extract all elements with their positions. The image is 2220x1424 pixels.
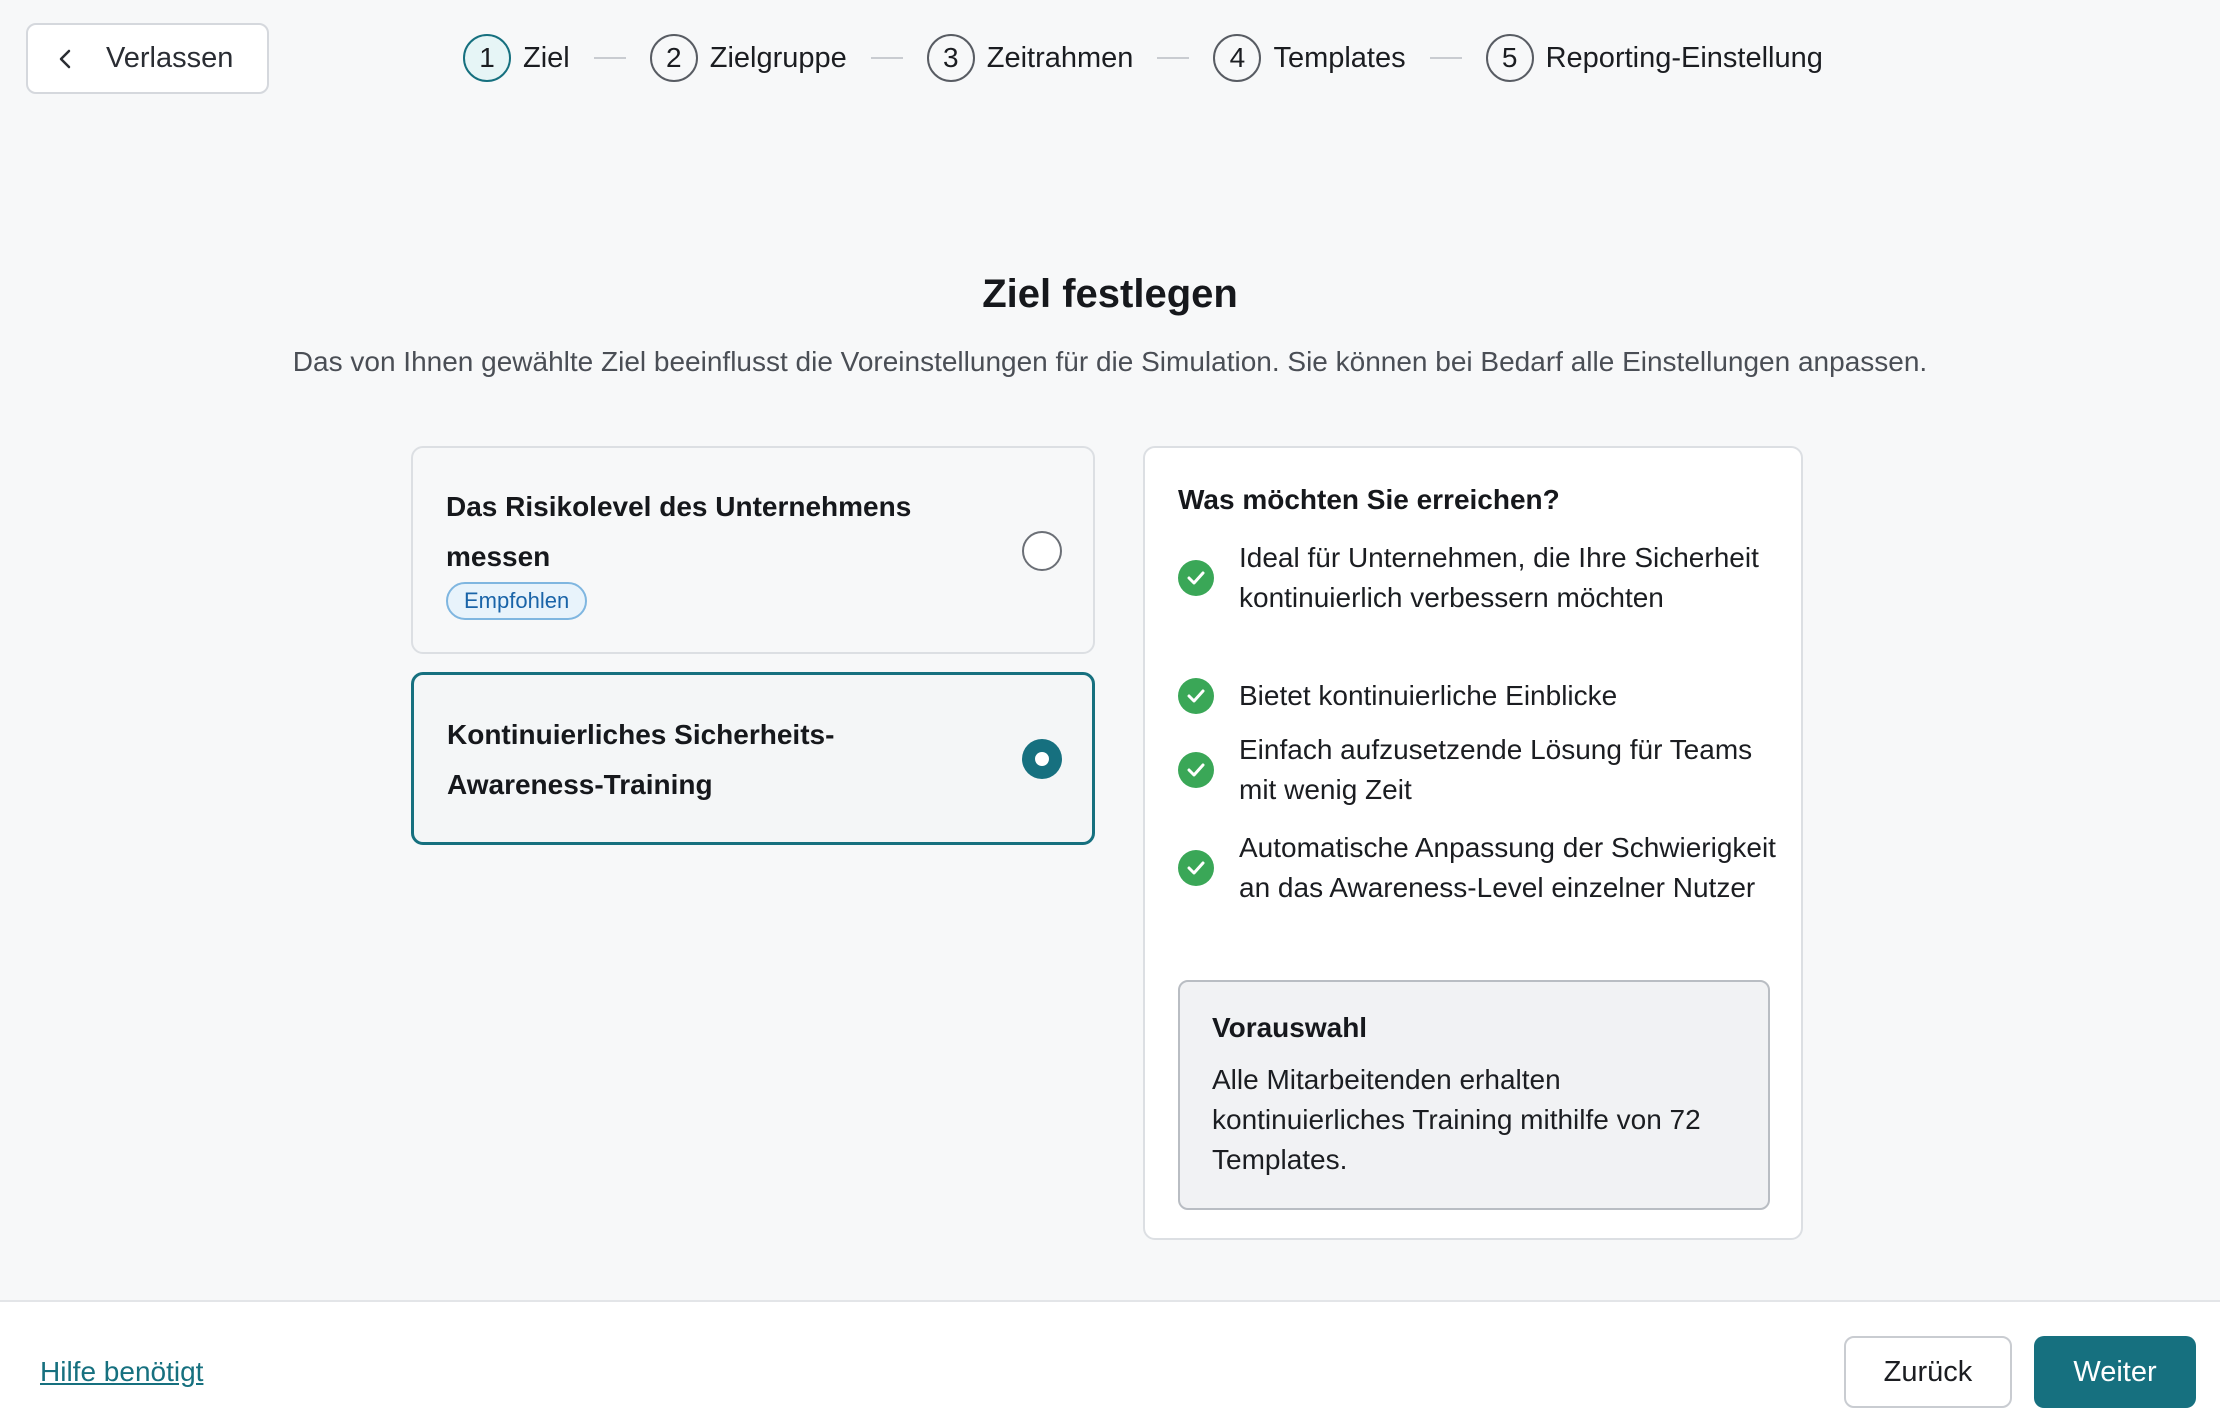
benefit-item: Ideal für Unternehmen, die Ihre Sicherhe… <box>1178 538 1778 618</box>
step-label: Reporting-Einstellung <box>1545 41 1823 74</box>
step-ziel[interactable]: 1 Ziel <box>463 34 570 82</box>
radio-selected[interactable] <box>1022 739 1062 779</box>
step-number: 2 <box>649 34 698 82</box>
step-separator <box>1429 57 1462 59</box>
page: Verlassen 1 Ziel 2 Zielgruppe 3 Zeitrahm… <box>0 0 2220 1424</box>
back-button[interactable]: Zurück <box>1844 1336 2012 1408</box>
footer-bar: Hilfe benötigt Zurück Weiter <box>0 1300 2220 1424</box>
step-number: 5 <box>1485 34 1534 82</box>
page-subtitle: Das von Ihnen gewählte Ziel beeinflusst … <box>292 346 1928 377</box>
step-reporting-einstellung[interactable]: 5 Reporting-Einstellung <box>1485 34 1823 82</box>
step-number: 3 <box>926 34 975 82</box>
benefit-text: Ideal für Unternehmen, die Ihre Sicherhe… <box>1239 542 1759 613</box>
step-zielgruppe[interactable]: 2 Zielgruppe <box>649 34 847 82</box>
benefit-item: Automatische Anpassung der Schwierigkeit… <box>1178 828 1778 908</box>
benefit-item: Bietet kontinuierliche Einblicke <box>1178 676 1778 716</box>
info-title: Was möchten Sie erreichen? <box>1178 484 1560 515</box>
benefit-text: Automatische Anpassung der Schwierigkeit… <box>1239 832 1776 903</box>
chevron-left-icon <box>58 46 84 72</box>
benefit-text: Bietet kontinuierliche Einblicke <box>1239 680 1618 711</box>
next-button[interactable]: Weiter <box>2034 1336 2196 1408</box>
option-card-awareness-training[interactable]: Kontinuierliches Sicherheits-Awareness-T… <box>411 672 1095 845</box>
option-card-risk-level[interactable]: Das Risikolevel des Unternehmens messen … <box>411 446 1095 654</box>
radio-unselected[interactable] <box>1022 531 1062 571</box>
check-circle-icon <box>1178 560 1214 596</box>
stepper: 1 Ziel 2 Zielgruppe 3 Zeitrahmen 4 Templ… <box>463 34 1823 82</box>
step-separator <box>1157 57 1190 59</box>
preset-title: Vorauswahl <box>1212 1012 1368 1043</box>
help-link[interactable]: Hilfe benötigt <box>40 1356 203 1388</box>
exit-button[interactable]: Verlassen <box>26 23 269 94</box>
step-label: Zeitrahmen <box>986 41 1134 74</box>
option-title: Kontinuierliches Sicherheits-Awareness-T… <box>447 719 835 800</box>
step-number: 1 <box>463 34 511 82</box>
page-title: Ziel festlegen <box>982 272 1238 316</box>
step-separator <box>870 57 903 59</box>
check-circle-icon <box>1178 752 1214 788</box>
benefit-text: Einfach aufzusetzende Lösung für Teams m… <box>1239 734 1753 805</box>
preset-text: Alle Mitarbeitenden erhalten kontinuierl… <box>1212 1064 1701 1175</box>
benefit-item: Einfach aufzusetzende Lösung für Teams m… <box>1178 730 1778 810</box>
step-number: 4 <box>1213 34 1262 82</box>
check-circle-icon <box>1178 850 1214 886</box>
recommended-badge: Empfohlen <box>446 582 588 620</box>
step-zeitrahmen[interactable]: 3 Zeitrahmen <box>926 34 1134 82</box>
step-separator <box>593 57 626 59</box>
goal-info-panel: Was möchten Sie erreichen? Ideal für Unt… <box>1143 446 1803 1240</box>
step-label: Ziel <box>523 41 570 74</box>
step-label: Zielgruppe <box>709 41 847 74</box>
step-label: Templates <box>1273 41 1406 74</box>
check-circle-icon <box>1178 678 1214 714</box>
option-title: Das Risikolevel des Unternehmens messen <box>446 491 912 572</box>
preset-box: Vorauswahl Alle Mitarbeitenden erhalten … <box>1178 980 1770 1210</box>
step-templates[interactable]: 4 Templates <box>1213 34 1406 82</box>
exit-button-label: Verlassen <box>106 42 234 74</box>
